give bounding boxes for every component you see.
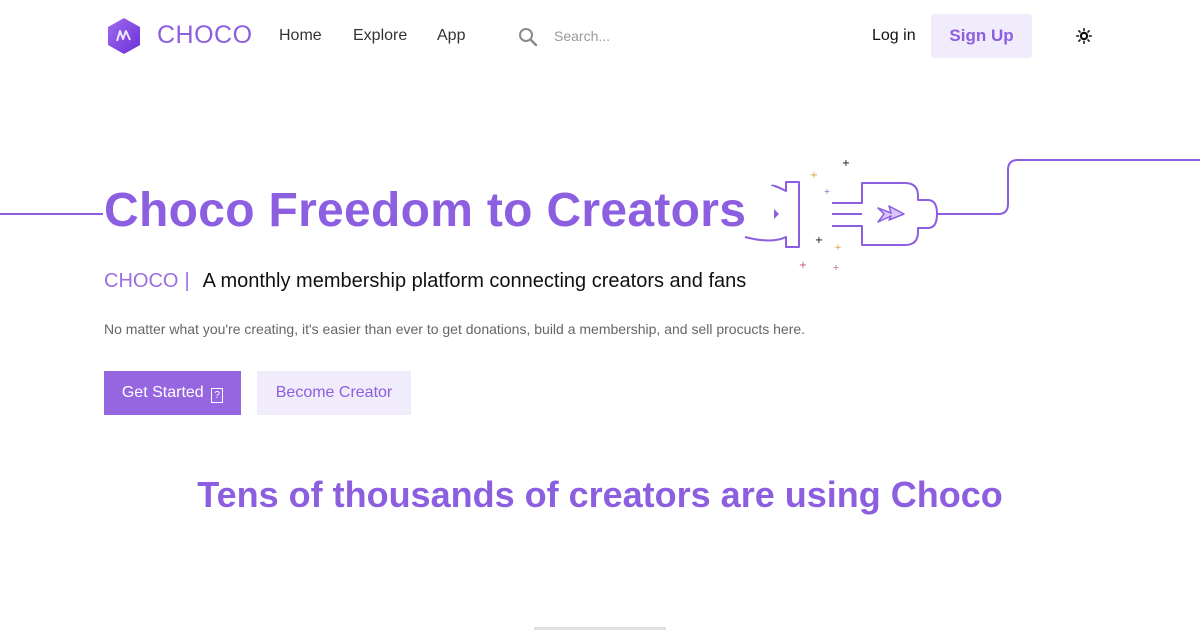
- svg-text:+: +: [824, 187, 831, 196]
- sun-icon[interactable]: [1076, 28, 1092, 44]
- tagline-separator: |: [184, 270, 190, 292]
- become-creator-button[interactable]: Become Creator: [257, 371, 411, 415]
- login-link[interactable]: Log in: [872, 26, 916, 46]
- svg-text:+: +: [833, 263, 840, 272]
- get-started-button[interactable]: Get Started ?: [104, 371, 241, 415]
- creators-section-title: Tens of thousands of creators are using …: [197, 474, 1003, 515]
- nav-link-explore[interactable]: Explore: [353, 26, 407, 46]
- search-input[interactable]: [548, 22, 780, 50]
- svg-text:+: +: [815, 235, 823, 246]
- svg-text:+: +: [834, 243, 842, 253]
- tagline-brand: CHOCO: [104, 270, 179, 292]
- hero-title: Choco Freedom to Creators: [104, 184, 747, 237]
- hero-subtitle: No matter what you're creating, it's eas…: [104, 321, 806, 337]
- search-icon: [519, 28, 538, 47]
- svg-text:+: +: [842, 158, 850, 169]
- nav-link-home[interactable]: Home: [279, 26, 322, 46]
- tagline-text: A monthly membership platform connecting…: [202, 270, 747, 292]
- svg-text:+: +: [810, 170, 818, 181]
- svg-text:+: +: [799, 260, 807, 271]
- hero-tagline: CHOCO | A monthly membership platform conn…: [104, 269, 746, 293]
- nav-link-app[interactable]: App: [437, 26, 465, 46]
- logo-hexagon-icon[interactable]: [106, 17, 142, 55]
- signup-button[interactable]: Sign Up: [931, 14, 1032, 58]
- get-started-label: Get Started: [121, 384, 204, 401]
- top-navbar: CHOCO Home Explore App Log in Sign Up: [0, 0, 1200, 72]
- logo-text[interactable]: CHOCO: [157, 20, 253, 50]
- missing-glyph-icon: ?: [211, 388, 224, 403]
